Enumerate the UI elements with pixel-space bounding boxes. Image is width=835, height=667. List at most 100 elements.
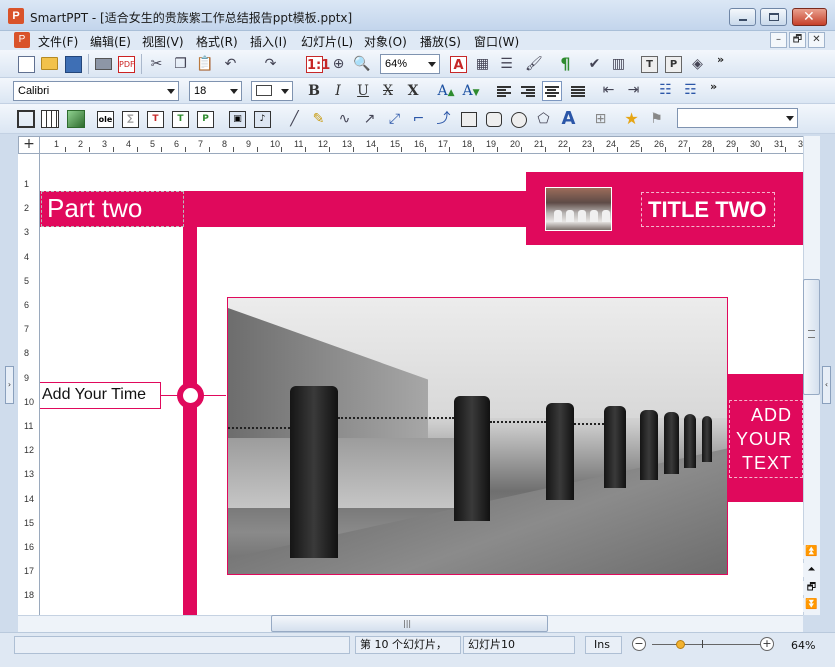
rectangle-tool-icon[interactable] xyxy=(461,112,477,127)
doc-close-button[interactable]: ✕ xyxy=(808,32,825,48)
slide-canvas[interactable]: Part two TITLE TWO Add Your Time ADD YOU… xyxy=(40,154,803,615)
slide-title[interactable]: TITLE TWO xyxy=(648,196,768,223)
bullet-list-icon[interactable]: ☷ xyxy=(657,82,674,99)
horizontal-ruler[interactable]: 1 2 3 4 5 6 7 8 9 10 11 12 13 14 15 16 17 18 19 20 21 22 23 24 2… xyxy=(40,136,803,154)
menu-view[interactable]: 视图(V) xyxy=(142,33,184,50)
align-right-icon[interactable] xyxy=(521,86,535,98)
shape-effects-icon[interactable]: ⚑ xyxy=(648,111,665,128)
insert-sound-icon[interactable]: ♪ xyxy=(254,111,271,128)
new-document-icon[interactable] xyxy=(18,56,35,73)
font-color-icon[interactable]: A xyxy=(450,56,467,73)
save-icon[interactable] xyxy=(65,56,82,73)
zoom-select[interactable]: 64% xyxy=(380,54,440,74)
elbow-connector-icon[interactable]: ⌐ xyxy=(410,111,427,128)
time-label[interactable]: Add Your Time xyxy=(42,386,146,404)
page-mode-icon[interactable]: P xyxy=(665,56,682,73)
italic-button[interactable]: I xyxy=(328,81,348,101)
font-name-select[interactable]: Calibri xyxy=(13,81,179,101)
undo-icon[interactable]: ↶ xyxy=(222,56,239,73)
menu-edit[interactable]: 编辑(E) xyxy=(90,33,131,50)
part-label[interactable]: Part two xyxy=(47,193,142,224)
menu-format[interactable]: 格式(R) xyxy=(196,33,238,50)
line-tool-icon[interactable]: ╱ xyxy=(286,111,303,128)
underline-button[interactable]: U xyxy=(353,81,373,101)
toolbar-overflow-chevron[interactable]: » xyxy=(710,80,717,93)
print-icon[interactable] xyxy=(95,58,112,70)
zoom-options-icon[interactable]: ⊕ xyxy=(330,56,347,73)
pier-photo[interactable] xyxy=(227,297,728,575)
ruler-origin-button[interactable]: + xyxy=(18,136,40,154)
side-text[interactable]: ADD YOUR TEXT xyxy=(730,403,792,475)
minimize-button[interactable] xyxy=(729,8,756,26)
copy-icon[interactable]: ❐ xyxy=(172,56,189,73)
previous-slide-button[interactable]: ⏶ xyxy=(803,563,820,577)
border-color-select[interactable] xyxy=(251,81,293,101)
left-panel-toggle-icon[interactable]: › xyxy=(5,366,14,404)
menu-play[interactable]: 播放(S) xyxy=(420,33,461,50)
cut-icon[interactable]: ✂ xyxy=(148,56,165,73)
menu-object[interactable]: 对象(O) xyxy=(364,33,407,50)
format-painter-icon[interactable]: 🖌 xyxy=(525,56,543,73)
redo-icon[interactable]: ↷ xyxy=(262,56,279,73)
pencil-tool-icon[interactable]: ✎ xyxy=(310,111,327,128)
decrease-indent-icon[interactable]: ⇤ xyxy=(600,82,617,99)
align-left-icon[interactable] xyxy=(497,86,511,98)
style-select[interactable] xyxy=(677,108,798,128)
slide-list-button[interactable]: 🗗 xyxy=(803,581,820,595)
menu-file[interactable]: 文件(F) xyxy=(38,33,78,50)
increase-indent-icon[interactable]: ⇥ xyxy=(625,82,642,99)
group-tool-icon[interactable]: ⊞ xyxy=(592,111,609,128)
ellipse-tool-icon[interactable] xyxy=(511,112,527,128)
list-icon[interactable]: ☰ xyxy=(498,56,515,73)
zoom-slider-track[interactable] xyxy=(652,644,764,645)
insert-textbox-icon[interactable]: T xyxy=(147,111,164,128)
open-folder-icon[interactable] xyxy=(41,57,58,70)
app-logo-icon[interactable]: P xyxy=(8,8,24,24)
insert-placeholder-icon[interactable]: P xyxy=(197,111,214,128)
insert-movie-icon[interactable]: ▣ xyxy=(229,111,246,128)
status-insert-mode[interactable]: Ins xyxy=(585,636,622,654)
vertical-ruler[interactable]: 1 2 3 4 5 6 7 8 9 10 11 12 13 14 15 16 17 18 xyxy=(18,154,40,615)
doc-minimize-button[interactable]: – xyxy=(770,32,787,48)
font-size-select[interactable]: 18 xyxy=(189,81,242,101)
fontwork-tool-icon[interactable]: A xyxy=(560,110,577,128)
rounded-rectangle-tool-icon[interactable] xyxy=(486,112,502,127)
actual-size-icon[interactable]: 1:1 xyxy=(306,56,330,73)
paste-icon[interactable]: 📋 xyxy=(196,56,213,73)
select-frame-icon[interactable] xyxy=(17,110,35,128)
document-menu-icon[interactable]: P xyxy=(14,32,30,48)
align-center-button[interactable] xyxy=(542,81,562,101)
magnifier-icon[interactable]: 🔍 xyxy=(353,56,370,73)
right-panel-toggle-icon[interactable]: ‹ xyxy=(822,366,831,404)
zoom-out-button[interactable]: − xyxy=(632,637,646,651)
objects-stack-icon[interactable]: ◈ xyxy=(689,56,706,73)
shrink-font-button[interactable]: A▼ xyxy=(461,81,481,101)
insert-table-icon[interactable]: ▦ xyxy=(474,56,491,73)
menu-window[interactable]: 窗口(W) xyxy=(474,33,519,50)
curved-connector-icon[interactable]: ⤴ xyxy=(435,111,452,128)
zoom-slider-thumb[interactable] xyxy=(676,640,685,649)
insert-grid-icon[interactable] xyxy=(41,110,59,128)
maximize-button[interactable] xyxy=(760,8,787,26)
zoom-in-button[interactable]: + xyxy=(760,637,774,651)
insert-textframe-icon[interactable]: T xyxy=(172,111,189,128)
close-button[interactable]: ✕ xyxy=(792,8,827,26)
menu-slide[interactable]: 幻灯片(L) xyxy=(301,33,353,50)
autoshape-tool-icon[interactable]: ⬠ xyxy=(535,111,552,128)
next-slide-button[interactable]: ⏬ xyxy=(803,598,820,612)
curve-tool-icon[interactable]: ∿ xyxy=(336,111,353,128)
menu-insert[interactable]: 插入(I) xyxy=(250,33,287,50)
bold-button[interactable]: B xyxy=(304,81,324,101)
paragraph-mark-icon[interactable]: ¶ xyxy=(557,55,574,72)
export-pdf-icon[interactable]: PDF xyxy=(118,56,135,73)
grow-font-button[interactable]: A▲ xyxy=(436,81,456,101)
insert-formula-icon[interactable]: ∑ xyxy=(122,111,139,128)
first-slide-button[interactable]: ⏫ xyxy=(803,545,820,559)
numbered-list-icon[interactable]: ☶ xyxy=(682,82,699,99)
toolbar-overflow-chevron[interactable]: » xyxy=(717,53,724,66)
shadow-button[interactable]: X xyxy=(403,81,423,101)
connector-tool-icon[interactable]: ⤢ xyxy=(386,111,403,128)
title-thumbnail-image[interactable] xyxy=(545,187,612,231)
doc-restore-button[interactable]: 🗗 xyxy=(789,32,806,48)
arrow-tool-icon[interactable]: ↗ xyxy=(361,111,378,128)
